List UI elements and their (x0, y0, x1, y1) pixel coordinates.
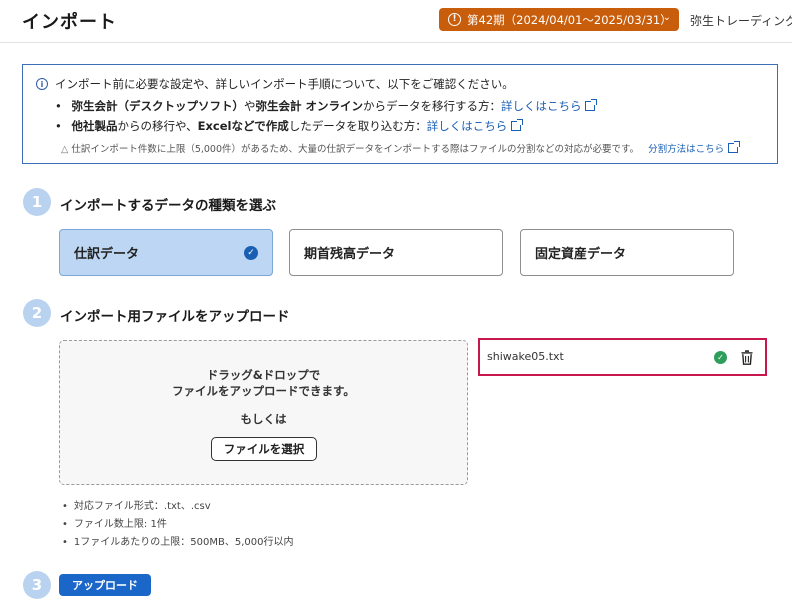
info-icon: ! (448, 13, 461, 26)
warning-text: 仕訳インポート件数に上限（5,000件）があるため、大量の仕訳データをインポート… (71, 144, 640, 155)
warning-icon: △ (61, 144, 69, 155)
step1-label: インポートするデータの種類を選ぶ (60, 198, 276, 214)
step-number-2: 2 (23, 299, 51, 327)
uploaded-file-name: shiwake05.txt (487, 350, 564, 363)
notice-list: 弥生会計（デスクトップソフト）や弥生会計 オンラインからデータを移行する方：詳し… (55, 96, 598, 136)
upload-button[interactable]: アップロード (59, 574, 151, 596)
dropzone-text-1: ドラッグ&ドロップで (206, 368, 321, 382)
notice-text: したデータを取り込む方： (288, 119, 427, 133)
notice-item-yayoi: 弥生会計（デスクトップソフト）や弥生会計 オンラインからデータを移行する方：詳し… (55, 96, 598, 116)
import-notice-box: i インポート前に必要な設定や、詳しいインポート手順について、以下をご確認くださ… (22, 64, 778, 164)
data-type-option-opening-balance[interactable]: 期首残高データ (289, 229, 503, 276)
file-spec-item: 対応ファイル形式：.txt、.csv (62, 498, 293, 516)
fiscal-period-label: 第42期（2024/04/01～2025/03/31） (467, 12, 672, 27)
step2-label: インポート用ファイルをアップロード (60, 309, 290, 325)
notice-item-other: 他社製品からの移行や、Excelなどで作成したデータを取り込む方：詳しくはこちら (55, 116, 595, 136)
option-label: 仕訳データ (74, 247, 140, 262)
select-file-button[interactable]: ファイルを選択 (211, 437, 317, 461)
external-link-icon (585, 99, 598, 111)
dropzone-text-2: ファイルをアップロードできます。 (172, 384, 355, 398)
uploaded-file-item: shiwake05.txt ✓ (478, 338, 767, 376)
import-limit-warning: △ 仕訳インポート件数に上限（5,000件）があるため、大量の仕訳データをインポー… (61, 141, 741, 155)
split-method-link[interactable]: 分割方法はこちら (648, 144, 724, 155)
notice-text: からの移行や、 (117, 119, 198, 133)
option-label: 固定資産データ (535, 247, 627, 262)
notice-bold-text: 弥生会計 オンライン (255, 99, 363, 113)
info-icon: i (36, 78, 48, 90)
fiscal-period-dropdown[interactable]: ! 第42期（2024/04/01～2025/03/31） ⌄ (439, 8, 679, 31)
details-link-other[interactable]: 詳しくはこちら (427, 119, 508, 133)
notice-text: や (243, 99, 256, 113)
details-link-yayoi[interactable]: 詳しくはこちら (501, 99, 582, 113)
notice-intro: インポート前に必要な設定や、詳しいインポート手順について、以下をご確認ください。 (55, 77, 514, 91)
dropzone-or-text: もしくは (240, 412, 287, 426)
data-type-option-journal[interactable]: 仕訳データ ✓ (59, 229, 273, 276)
notice-bold-text: Excelなどで作成 (197, 119, 289, 133)
file-spec-item: 1ファイルあたりの上限：500MB、5,000行以内 (62, 534, 294, 552)
header-bar: インポート ! 第42期（2024/04/01～2025/03/31） ⌄ 弥生… (0, 0, 792, 43)
notice-text: からデータを移行する方： (362, 99, 501, 113)
trash-icon[interactable] (741, 350, 753, 365)
page-title: インポート (22, 12, 117, 33)
notice-bold-text: 弥生会計（デスクトップソフト） (71, 99, 244, 113)
external-link-icon (511, 119, 524, 131)
data-type-option-fixed-assets[interactable]: 固定資産データ (520, 229, 734, 276)
external-link-icon (728, 141, 741, 153)
option-label: 期首残高データ (304, 247, 396, 262)
check-circle-icon: ✓ (244, 246, 258, 260)
check-circle-icon: ✓ (714, 351, 727, 364)
file-spec-item: ファイル数上限: 1件 (62, 516, 293, 534)
step-number-1: 1 (23, 188, 51, 216)
file-dropzone[interactable]: ドラッグ&ドロップで ファイルをアップロードできます。 もしくは ファイルを選択 (59, 340, 468, 485)
step-number-3: 3 (23, 571, 51, 599)
notice-bold-text: 他社製品 (71, 119, 118, 133)
company-name[interactable]: 弥生トレーディング (690, 12, 792, 29)
file-spec-list: 対応ファイル形式：.txt、.csv ファイル数上限: 1件 1ファイルあたりの… (62, 498, 294, 552)
chevron-down-icon: ⌄ (662, 12, 671, 23)
